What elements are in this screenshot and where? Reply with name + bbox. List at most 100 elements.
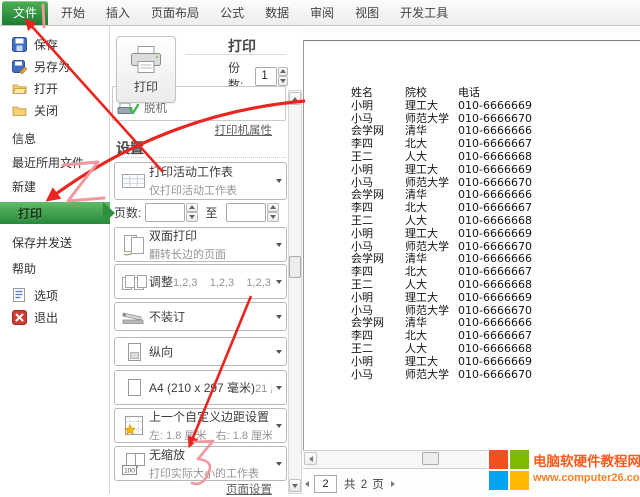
setting-scaling-dropdown[interactable]: 100 无缩放打印实际大小的工作表 xyxy=(114,446,287,481)
tab-developer[interactable]: 开发工具 xyxy=(391,1,457,25)
scroll-left-button[interactable] xyxy=(304,452,317,465)
setting-orientation-dropdown[interactable]: 纵向 xyxy=(114,337,287,366)
next-page-icon[interactable] xyxy=(391,481,395,487)
previous-page-icon[interactable] xyxy=(305,481,309,487)
table-header-cell: 电话 xyxy=(458,87,640,100)
table-cell: 010-6666669 xyxy=(458,100,640,113)
setting-print-area-dropdown[interactable]: 打印活动工作表仅打印活动工作表 xyxy=(114,162,287,200)
copies-input[interactable]: 1 xyxy=(255,67,277,86)
scroll-down-button[interactable] xyxy=(289,479,301,492)
sidebar-item-close[interactable]: 关闭 xyxy=(0,99,109,121)
setting-duplex-dropdown[interactable]: 双面打印翻转长边的页面 xyxy=(114,227,287,262)
page-number-input[interactable]: 2 xyxy=(314,475,337,493)
sidebar-item-print[interactable]: 打印 xyxy=(0,202,121,224)
setting-margins-dropdown[interactable]: 上一个自定义边距设置左: 1.8 厘米 右: 1.8 厘米 xyxy=(114,408,287,443)
watermark-logo-icon xyxy=(489,450,529,490)
sidebar-item-options[interactable]: 选项 xyxy=(0,284,109,306)
page-total-label: 共 2 页 xyxy=(344,476,385,492)
dropdown-subtitle: 1,2,3 1,2,3 1,2,3 xyxy=(173,277,271,289)
table-cell: 010-6666668 xyxy=(458,279,640,292)
dropdown-subtitle: 左: 1.8 厘米 右: 1.8 厘米 xyxy=(149,430,272,442)
margins-icon xyxy=(123,415,145,436)
sidebar-item-new[interactable]: 新建 xyxy=(0,174,109,198)
print-section-title: 打印 xyxy=(228,36,256,56)
tab-page-layout[interactable]: 页面布局 xyxy=(142,1,208,25)
table-cell: 小明 xyxy=(351,100,405,113)
table-cell: 010-6666668 xyxy=(458,151,640,164)
stepper-down-icon[interactable] xyxy=(186,212,198,222)
table-cell: 人大 xyxy=(405,215,458,228)
dropdown-title: 打印活动工作表 xyxy=(149,165,233,179)
print-button[interactable]: 打印 xyxy=(116,36,176,103)
save-icon xyxy=(12,37,27,52)
sidebar-item-label: 最近所用文件 xyxy=(12,154,84,171)
table-cell: 理工大 xyxy=(405,228,458,241)
sidebar-item-help[interactable]: 帮助 xyxy=(0,256,109,280)
table-cell: 王二 xyxy=(351,215,405,228)
stepper-down-icon[interactable] xyxy=(278,76,288,86)
pages-from-stepper[interactable] xyxy=(186,203,198,222)
setting-paper-size-dropdown[interactable]: A4 (210 x 297 毫米)21 厘米 x 29.7 厘米 xyxy=(114,370,287,405)
sidebar-item-open[interactable]: 打开 xyxy=(0,77,109,99)
settings-scrollbar[interactable] xyxy=(288,90,302,494)
pages-from-input[interactable] xyxy=(145,203,185,222)
tab-insert[interactable]: 插入 xyxy=(97,1,139,25)
close-folder-icon xyxy=(12,103,27,118)
stepper-up-icon[interactable] xyxy=(278,67,288,77)
chevron-down-icon xyxy=(276,462,282,466)
table-cell: 010-6666669 xyxy=(458,356,640,369)
sidebar-item-save-send[interactable]: 保存并发送 xyxy=(0,230,109,254)
chevron-down-icon xyxy=(276,315,282,319)
sidebar-item-exit[interactable]: 退出 xyxy=(0,306,109,328)
print-button-label: 打印 xyxy=(134,78,158,95)
preview-table-body: 小明理工大010-6666669小马师范大学010-6666670会学网清华01… xyxy=(351,100,640,382)
table-header-row: 姓名院校电话 xyxy=(351,87,640,100)
tab-file[interactable]: 文件 xyxy=(2,1,48,25)
pages-to-stepper[interactable] xyxy=(267,203,279,222)
sidebar-item-save-as[interactable]: 另存为 xyxy=(0,55,109,77)
scrollbar-thumb[interactable] xyxy=(422,452,439,465)
worksheet-icon xyxy=(121,171,147,191)
sidebar-item-save[interactable]: 保存 xyxy=(0,33,109,55)
scrollbar-thumb[interactable] xyxy=(289,256,301,278)
stepper-up-icon[interactable] xyxy=(186,203,198,213)
table-row: 王二人大010-6666668 xyxy=(351,151,640,164)
printer-properties-link[interactable]: 打印机属性 xyxy=(215,122,273,138)
scroll-up-button[interactable] xyxy=(289,92,301,105)
dropdown-title: 双面打印 xyxy=(149,229,197,243)
table-cell: 人大 xyxy=(405,343,458,356)
sidebar-item-label: 另存为 xyxy=(34,58,70,75)
table-cell: 小明 xyxy=(351,292,405,305)
stepper-down-icon[interactable] xyxy=(267,212,279,222)
chevron-down-icon xyxy=(276,280,282,284)
table-cell: 小明 xyxy=(351,164,405,177)
copies-stepper[interactable] xyxy=(278,67,288,86)
sidebar-item-recent[interactable]: 最近所用文件 xyxy=(0,150,109,174)
dropdown-title: 上一个自定义边距设置 xyxy=(149,410,269,424)
tab-formulas[interactable]: 公式 xyxy=(211,1,253,25)
sidebar-item-label: 保存并发送 xyxy=(12,234,72,251)
tab-data[interactable]: 数据 xyxy=(256,1,298,25)
watermark-site-url: www.computer26.com xyxy=(533,473,640,484)
dropdown-subtitle: 仅打印活动工作表 xyxy=(149,185,237,197)
setting-staple-dropdown[interactable]: 不装订 xyxy=(114,302,287,331)
tab-view[interactable]: 视图 xyxy=(346,1,388,25)
sidebar-item-info[interactable]: 信息 xyxy=(0,126,109,150)
tab-review[interactable]: 审阅 xyxy=(301,1,343,25)
scroll-up-icon xyxy=(292,97,298,101)
sidebar-item-label: 选项 xyxy=(34,287,58,304)
paper-size-icon xyxy=(125,378,143,398)
setting-collation-dropdown[interactable]: 调整1,2,3 1,2,3 1,2,3 xyxy=(114,264,287,299)
chevron-down-icon xyxy=(276,243,282,247)
tab-home[interactable]: 开始 xyxy=(52,1,94,25)
print-preview-pane: 姓名院校电话 小明理工大010-6666669小马师范大学010-6666670… xyxy=(302,26,640,494)
printer-icon xyxy=(128,45,164,75)
dropdown-subtitle: 21 厘米 x 29.7 厘米 xyxy=(255,383,272,395)
page-setup-link[interactable]: 页面设置 xyxy=(226,481,272,497)
preview-pager: 2 共 2 页 xyxy=(305,474,395,494)
pages-to-input[interactable] xyxy=(226,203,266,222)
printer-status-icon xyxy=(117,102,139,117)
backstage-sidebar: 保存 另存为 打开 关闭 信息 最近所用文件 新建 打印 保存并发送 帮助 选项… xyxy=(0,26,110,494)
scroll-down-icon xyxy=(292,484,298,488)
stepper-up-icon[interactable] xyxy=(267,203,279,213)
